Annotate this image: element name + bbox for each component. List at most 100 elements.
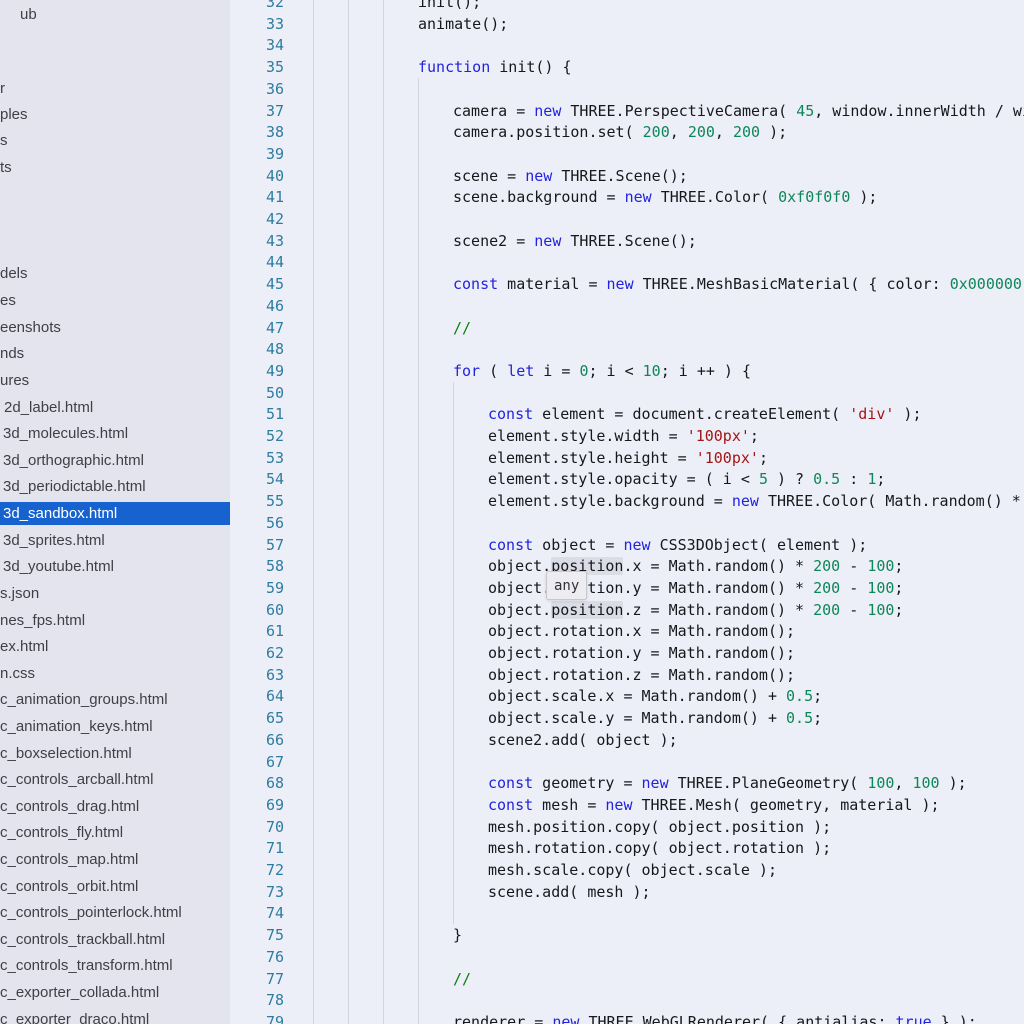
code-line[interactable]: 65 object.scale.y = Math.random() + 0.5; [230, 707, 1024, 729]
code-line[interactable]: 63 object.rotation.z = Math.random(); [230, 664, 1024, 686]
line-number[interactable]: 63 [230, 664, 284, 686]
line-number[interactable]: 40 [230, 165, 284, 187]
sidebar-item[interactable]: ures [0, 369, 230, 392]
code-line[interactable]: 58 object.position.x = Math.random() * 20… [230, 555, 1024, 577]
code-line[interactable]: 73 scene.add( mesh ); [230, 881, 1024, 903]
code-line[interactable]: 62 object.rotation.y = Math.random(); [230, 642, 1024, 664]
line-number[interactable]: 79 [230, 1011, 284, 1024]
code-line[interactable]: 32 init(); [230, 0, 1024, 13]
code-line[interactable]: 55 element.style.background = new THREE.C… [230, 490, 1024, 512]
code-line[interactable]: 51 const element = document.createElement… [230, 403, 1024, 425]
sidebar-item[interactable]: s [0, 129, 230, 152]
line-number[interactable]: 56 [230, 512, 284, 534]
sidebar-item[interactable]: c_boxselection.html [0, 742, 230, 765]
code-line[interactable]: 39 [230, 143, 1024, 165]
code-line[interactable]: 52 element.style.width = '100px'; [230, 425, 1024, 447]
code-line[interactable]: 36 [230, 78, 1024, 100]
sidebar-item[interactable]: r [0, 77, 230, 100]
sidebar-item[interactable]: 3d_youtube.html [0, 555, 230, 578]
code-line[interactable]: 59 object.position.y = Math.random() * 20… [230, 577, 1024, 599]
code-line[interactable]: 45 const material = new THREE.MeshBasicMa… [230, 273, 1024, 295]
sidebar-item[interactable]: 3d_periodictable.html [0, 475, 230, 498]
line-number[interactable]: 35 [230, 56, 284, 78]
code-line[interactable]: 33 animate(); [230, 13, 1024, 35]
code-line[interactable]: 71 mesh.rotation.copy( object.rotation ); [230, 837, 1024, 859]
sidebar-item[interactable]: c_controls_trackball.html [0, 928, 230, 951]
line-number[interactable]: 33 [230, 13, 284, 35]
line-number[interactable]: 64 [230, 685, 284, 707]
line-number[interactable]: 36 [230, 78, 284, 100]
line-number[interactable]: 34 [230, 34, 284, 56]
sidebar-item[interactable]: ub [0, 3, 230, 26]
sidebar-item[interactable]: 3d_sprites.html [0, 529, 230, 552]
line-number[interactable]: 54 [230, 468, 284, 490]
line-number[interactable]: 69 [230, 794, 284, 816]
line-number[interactable]: 70 [230, 816, 284, 838]
line-number[interactable]: 59 [230, 577, 284, 599]
line-number[interactable]: 47 [230, 317, 284, 339]
code-line[interactable]: 46 [230, 295, 1024, 317]
code-line[interactable]: 54 element.style.opacity = ( i < 5 ) ? 0.… [230, 468, 1024, 490]
sidebar-item[interactable]: c_controls_drag.html [0, 795, 230, 818]
line-number[interactable]: 37 [230, 100, 284, 122]
line-number[interactable]: 77 [230, 968, 284, 990]
sidebar-item[interactable]: c_controls_arcball.html [0, 768, 230, 791]
line-number[interactable]: 55 [230, 490, 284, 512]
code-line[interactable]: 72 mesh.scale.copy( object.scale ); [230, 859, 1024, 881]
sidebar-item[interactable]: eenshots [0, 316, 230, 339]
code-line[interactable]: 50 [230, 382, 1024, 404]
code-line[interactable]: 43 scene2 = new THREE.Scene(); [230, 230, 1024, 252]
line-number[interactable]: 73 [230, 881, 284, 903]
line-number[interactable]: 75 [230, 924, 284, 946]
sidebar-item[interactable]: s.json [0, 582, 230, 605]
code-line[interactable]: 75} [230, 924, 1024, 946]
sidebar-item[interactable]: c_controls_fly.html [0, 821, 230, 844]
line-number[interactable]: 51 [230, 403, 284, 425]
line-number[interactable]: 78 [230, 989, 284, 1011]
line-number[interactable]: 67 [230, 751, 284, 773]
line-number[interactable]: 46 [230, 295, 284, 317]
line-number[interactable]: 57 [230, 534, 284, 556]
code-line[interactable]: 40 scene = new THREE.Scene(); [230, 165, 1024, 187]
line-number[interactable]: 61 [230, 620, 284, 642]
code-line[interactable]: 77 // [230, 968, 1024, 990]
code-line[interactable]: 64 object.scale.x = Math.random() + 0.5; [230, 685, 1024, 707]
sidebar-item[interactable]: n.css [0, 662, 230, 685]
line-number[interactable]: 74 [230, 902, 284, 924]
line-number[interactable]: 44 [230, 251, 284, 273]
sidebar-item[interactable]: 2d_label.html [0, 396, 230, 419]
code-line[interactable]: 38 camera.position.set( 200, 200, 200 ); [230, 121, 1024, 143]
sidebar-item[interactable]: c_controls_map.html [0, 848, 230, 871]
line-number[interactable]: 53 [230, 447, 284, 469]
code-line[interactable]: 79 renderer = new THREE.WebGLRenderer( { … [230, 1011, 1024, 1024]
sidebar-item[interactable]: ex.html [0, 635, 230, 658]
sidebar-item-selected[interactable]: 3d_sandbox.html [0, 502, 230, 525]
line-number[interactable]: 48 [230, 338, 284, 360]
sidebar-item[interactable]: ples [0, 103, 230, 126]
sidebar-item[interactable]: c_exporter_collada.html [0, 981, 230, 1004]
line-number[interactable]: 52 [230, 425, 284, 447]
code-line[interactable]: 56 [230, 512, 1024, 534]
line-number[interactable]: 62 [230, 642, 284, 664]
sidebar-item[interactable]: dels [0, 262, 230, 285]
sidebar-item[interactable]: c_exporter_draco.html [0, 1008, 230, 1024]
code-line[interactable]: 41 scene.background = new THREE.Color( 0x… [230, 186, 1024, 208]
code-line[interactable]: 48 [230, 338, 1024, 360]
line-number[interactable]: 72 [230, 859, 284, 881]
line-number[interactable]: 65 [230, 707, 284, 729]
code-line[interactable]: 66 scene2.add( object ); [230, 729, 1024, 751]
code-line[interactable]: 78 [230, 989, 1024, 1011]
line-number[interactable]: 76 [230, 946, 284, 968]
sidebar-item[interactable]: es [0, 289, 230, 312]
line-number[interactable]: 43 [230, 230, 284, 252]
code-line[interactable]: 69 const mesh = new THREE.Mesh( geometry,… [230, 794, 1024, 816]
code-line[interactable]: 67 [230, 751, 1024, 773]
line-number[interactable]: 71 [230, 837, 284, 859]
code-line[interactable]: 49 for ( let i = 0; i < 10; i ++ ) { [230, 360, 1024, 382]
sidebar-item[interactable]: c_animation_keys.html [0, 715, 230, 738]
code-editor[interactable]: 32 init(); 33 animate(); 34 35 function init()… [230, 0, 1024, 1024]
code-line[interactable]: 34 [230, 34, 1024, 56]
code-line[interactable]: 57 const object = new CSS3DObject( elemen… [230, 534, 1024, 556]
code-line[interactable]: 42 [230, 208, 1024, 230]
sidebar-item[interactable]: c_animation_groups.html [0, 688, 230, 711]
